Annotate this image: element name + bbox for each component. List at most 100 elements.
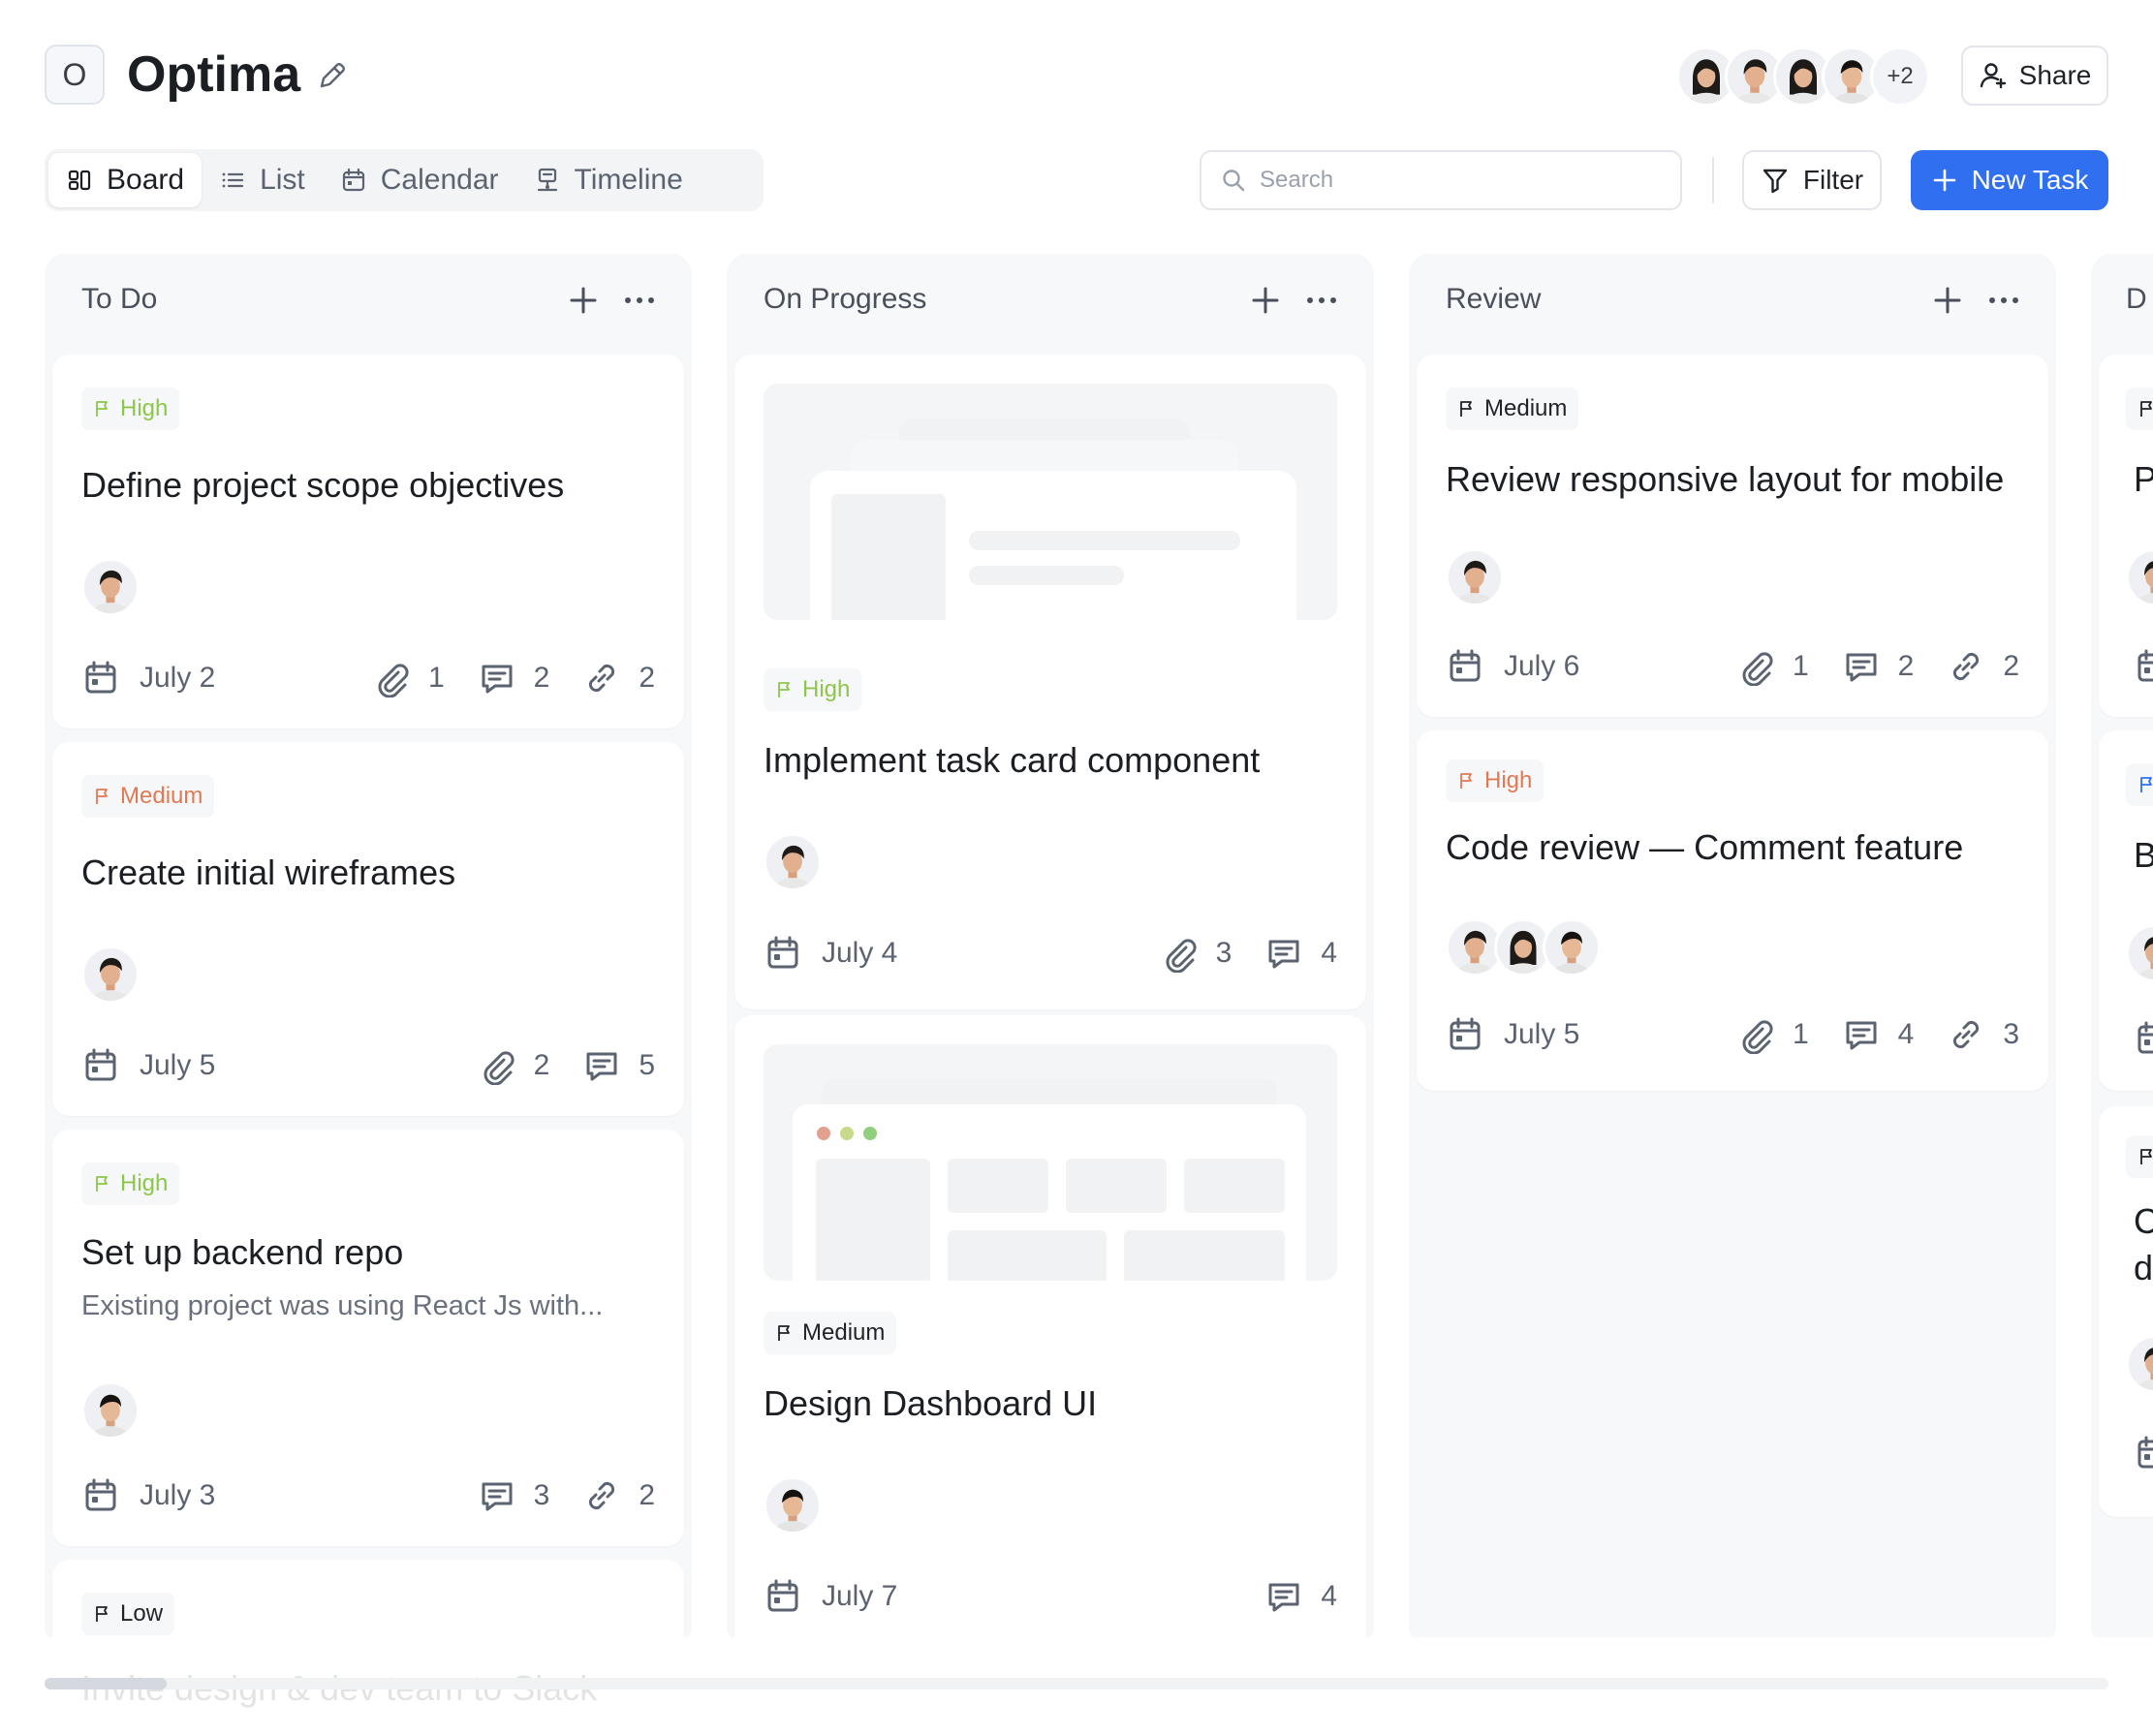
attachments-count[interactable]: 3 xyxy=(1160,934,1233,973)
avatar[interactable] xyxy=(764,833,822,891)
date-text: July 5 xyxy=(1504,1018,1580,1050)
task-card[interactable]: Pr xyxy=(2099,355,2153,717)
task-card[interactable]: High Set up backend repo Existing projec… xyxy=(52,1130,684,1546)
priority-label: Medium xyxy=(1484,395,1568,421)
avatar[interactable] xyxy=(1543,918,1601,976)
plus-icon xyxy=(1933,169,1955,192)
task-card[interactable]: High Implement task card component July … xyxy=(734,355,1366,1009)
avatar[interactable] xyxy=(2126,924,2153,982)
attachments-count[interactable]: 1 xyxy=(1736,647,1809,686)
comment-icon xyxy=(1842,647,1881,686)
links-count[interactable]: 2 xyxy=(1947,647,2019,686)
task-card[interactable]: High Code review — Comment feature July … xyxy=(1417,730,2048,1091)
scrollbar-thumb[interactable] xyxy=(45,1678,167,1690)
add-card-icon[interactable] xyxy=(1250,285,1281,316)
flag-icon xyxy=(93,787,112,806)
comments-count[interactable]: 4 xyxy=(1842,1015,1914,1054)
comments-count[interactable]: 2 xyxy=(1842,647,1914,686)
priority-label: High xyxy=(1484,767,1533,793)
task-card[interactable]: Medium Create initial wireframes July 5 … xyxy=(52,742,684,1116)
tab-calendar[interactable]: Calendar xyxy=(323,153,516,207)
task-card[interactable]: Medium Design Dashboard UI July 7 4 xyxy=(734,1015,1366,1647)
card-title: Code review — Comment feature xyxy=(1446,827,1964,867)
new-task-label: New Task xyxy=(1971,165,2089,195)
tab-board[interactable]: Board xyxy=(48,153,203,207)
search-box[interactable] xyxy=(1200,150,1682,210)
count: 3 xyxy=(1215,937,1233,969)
paperclip-icon xyxy=(1736,647,1775,686)
calendar-icon xyxy=(764,934,802,973)
share-button[interactable]: Share xyxy=(1961,46,2108,106)
paperclip-icon xyxy=(1160,934,1199,973)
project-badge[interactable]: O xyxy=(45,45,105,105)
comments-count[interactable]: 4 xyxy=(1264,1577,1337,1616)
flag-icon xyxy=(93,399,112,418)
project-title: Optima xyxy=(127,46,301,103)
share-label: Share xyxy=(2018,60,2092,90)
priority-label: High xyxy=(802,676,851,702)
add-card-icon[interactable] xyxy=(568,285,599,316)
links-count[interactable]: 3 xyxy=(1947,1015,2019,1054)
comments-count[interactable]: 5 xyxy=(582,1046,655,1085)
paperclip-icon xyxy=(1736,1015,1775,1054)
board: To Do High Define project scope objectiv… xyxy=(0,254,2153,1647)
search-input[interactable] xyxy=(1260,167,1647,194)
add-card-icon[interactable] xyxy=(1932,285,1963,316)
avatar[interactable] xyxy=(81,1381,140,1440)
tab-timeline[interactable]: Timeline xyxy=(516,153,701,207)
task-card[interactable]: Low xyxy=(52,1560,684,1647)
attachments-count[interactable]: 1 xyxy=(372,659,445,698)
priority-badge: High xyxy=(81,388,180,430)
new-task-button[interactable]: New Task xyxy=(1911,150,2108,210)
edit-icon[interactable] xyxy=(315,58,350,93)
collaborator-avatars[interactable]: +2 xyxy=(1676,46,1930,107)
date-text: July 5 xyxy=(140,1049,216,1081)
tab-label: Board xyxy=(107,164,185,196)
avatar[interactable] xyxy=(2126,548,2153,606)
card-description: Existing project was using React Js with… xyxy=(81,1290,604,1321)
avatar[interactable] xyxy=(1446,548,1504,606)
count: 3 xyxy=(533,1479,550,1511)
horizontal-scrollbar[interactable] xyxy=(45,1678,2108,1690)
date-text: July 6 xyxy=(1504,650,1580,682)
task-card[interactable]: High Define project scope objectives Jul… xyxy=(52,355,684,728)
avatar[interactable] xyxy=(81,946,140,1004)
count: 2 xyxy=(639,662,655,694)
links-count[interactable]: 2 xyxy=(582,1476,655,1515)
count: 2 xyxy=(533,1049,550,1081)
task-card[interactable]: Medium Review responsive layout for mobi… xyxy=(1417,355,2048,717)
links-count[interactable]: 2 xyxy=(582,659,655,698)
more-options-icon[interactable] xyxy=(1304,285,1339,316)
column-title: To Do xyxy=(81,283,158,315)
tab-label: Calendar xyxy=(380,164,499,196)
priority-badge xyxy=(2126,388,2153,430)
task-card[interactable]: Br xyxy=(2099,730,2153,1091)
comments-count[interactable]: 2 xyxy=(478,659,549,698)
count: 1 xyxy=(427,662,445,694)
tab-list[interactable]: List xyxy=(202,153,323,207)
date-text: July 3 xyxy=(140,1479,216,1511)
link-icon xyxy=(582,659,621,698)
calendar-icon xyxy=(342,168,364,192)
avatar[interactable] xyxy=(81,558,140,616)
filter-icon xyxy=(1763,169,1788,194)
count: 1 xyxy=(1792,650,1809,682)
task-card[interactable]: C de xyxy=(2099,1106,2153,1517)
column-header: D xyxy=(2091,254,2153,349)
attachments-count[interactable]: 1 xyxy=(1736,1015,1809,1054)
more-collaborators-badge[interactable]: +2 xyxy=(1870,46,1930,107)
attachments-count[interactable]: 2 xyxy=(478,1046,550,1085)
more-options-icon[interactable] xyxy=(622,285,657,316)
card-cover-image xyxy=(764,384,1337,620)
comment-icon xyxy=(1264,934,1303,973)
avatar[interactable] xyxy=(764,1476,822,1534)
comment-icon xyxy=(478,659,516,698)
comment-icon xyxy=(1842,1015,1881,1054)
priority-label: Medium xyxy=(802,1319,886,1346)
filter-button[interactable]: Filter xyxy=(1742,150,1882,210)
comments-count[interactable]: 3 xyxy=(478,1476,550,1515)
more-options-icon[interactable] xyxy=(1986,285,2021,316)
tab-label: Timeline xyxy=(574,164,683,196)
avatar[interactable] xyxy=(2126,1335,2153,1393)
comments-count[interactable]: 4 xyxy=(1264,934,1337,973)
